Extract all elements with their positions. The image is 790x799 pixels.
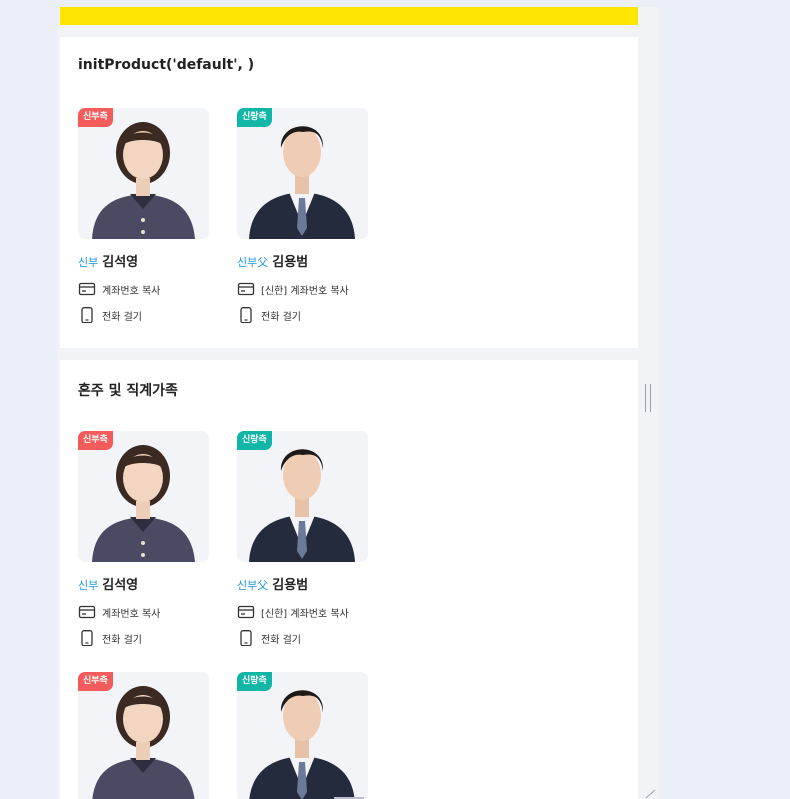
side-badge: 신부측	[78, 431, 113, 450]
phone-icon	[78, 630, 96, 647]
side-badge: 신랑측	[237, 672, 272, 691]
section-default: initProduct('default', ) 신부측 신부 김석영 계좌번호…	[60, 37, 638, 348]
call-label: 전화 걸기	[102, 311, 142, 323]
name-row: 신부父 김용범	[237, 251, 308, 270]
phone-icon	[237, 630, 255, 647]
copy-account-button[interactable]: 계좌번호 복사	[78, 604, 160, 620]
call-button[interactable]: 전화 걸기	[78, 630, 142, 647]
resize-handle[interactable]	[645, 384, 651, 412]
groom-photo	[237, 108, 368, 239]
copy-account-label: 계좌번호 복사	[102, 608, 161, 620]
phone-icon	[78, 307, 96, 324]
copy-account-button[interactable]: 계좌번호 복사	[78, 281, 160, 297]
contact-panel: initProduct('default', ) 신부측 신부 김석영 계좌번호…	[58, 7, 659, 799]
section-family: 혼주 및 직계가족 신부측 신부 김석영 계좌번호 복사 전화 걸기 신랑측 신…	[60, 360, 638, 799]
call-label: 전화 걸기	[102, 634, 142, 646]
side-badge: 신부측	[78, 108, 113, 127]
name-row: 신부 김석영	[78, 574, 138, 593]
role-label: 신부父	[237, 256, 269, 269]
section-title: initProduct('default', )	[78, 57, 255, 73]
groom-portrait	[249, 449, 355, 562]
call-button[interactable]: 전화 걸기	[237, 307, 301, 324]
name-row: 신부 김석영	[78, 251, 138, 270]
bride-portrait	[92, 686, 195, 799]
bride-portrait	[92, 445, 195, 562]
card-icon	[237, 281, 255, 297]
bride-portrait	[92, 122, 195, 239]
bride-photo	[78, 672, 209, 799]
call-button[interactable]: 전화 걸기	[237, 630, 301, 647]
copy-account-label: 계좌번호 복사	[102, 285, 161, 297]
person-name: 김석영	[102, 255, 139, 270]
bride-photo	[78, 108, 209, 239]
side-badge: 신랑측	[237, 431, 272, 450]
section-title: 혼주 및 직계가족	[78, 383, 178, 399]
call-label: 전화 걸기	[261, 634, 301, 646]
copy-account-label: [신한] 계좌번호 복사	[261, 285, 349, 297]
role-label: 신부	[78, 256, 99, 269]
corner-resize-icon[interactable]	[644, 789, 658, 799]
person-name: 김석영	[102, 578, 139, 593]
person-name: 김용범	[272, 255, 309, 270]
side-badge: 신부측	[78, 672, 113, 691]
copy-account-button[interactable]: [신한] 계좌번호 복사	[237, 281, 349, 297]
bride-photo	[78, 431, 209, 562]
top-banner	[60, 7, 638, 25]
copy-account-button[interactable]: [신한] 계좌번호 복사	[237, 604, 349, 620]
call-button[interactable]: 전화 걸기	[78, 307, 142, 324]
groom-portrait	[249, 690, 355, 799]
copy-account-label: [신한] 계좌번호 복사	[261, 608, 349, 620]
groom-photo	[237, 431, 368, 562]
person-name: 김용범	[272, 578, 309, 593]
name-row: 신부父 김용범	[237, 574, 308, 593]
call-label: 전화 걸기	[261, 311, 301, 323]
card-icon	[237, 604, 255, 620]
role-label: 신부	[78, 579, 99, 592]
groom-portrait	[249, 126, 355, 239]
groom-photo	[237, 672, 368, 799]
card-icon	[78, 604, 96, 620]
side-badge: 신랑측	[237, 108, 272, 127]
role-label: 신부父	[237, 579, 269, 592]
card-icon	[78, 281, 96, 297]
phone-icon	[237, 307, 255, 324]
